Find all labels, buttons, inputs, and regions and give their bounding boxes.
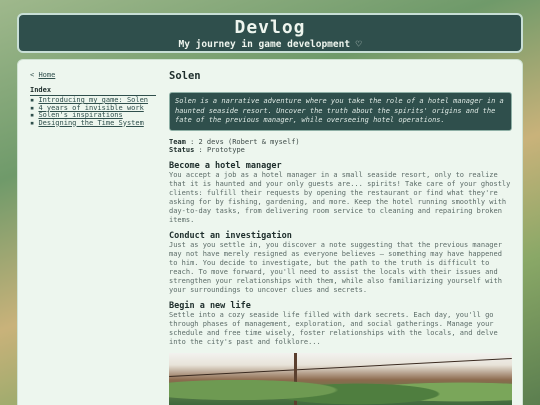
status-row: Status : Prototype (169, 146, 512, 155)
section-text-new-life: Settle into a cozy seaside life filled w… (169, 310, 498, 346)
team-row: Team : 2 devs (Robert & myself) (169, 138, 512, 147)
site-header: Devlog My journey in game development ♡ (17, 13, 523, 53)
bullet-icon: ▪ (30, 118, 35, 127)
index-title: Index (30, 86, 156, 96)
back-arrow-icon: < (30, 71, 35, 79)
section-title-hotel-manager: Become a hotel manager (169, 160, 282, 171)
heart-icon: ♡ (355, 39, 362, 50)
site-subtitle: My journey in game development ♡ (19, 39, 521, 50)
status-label: Status (169, 146, 195, 154)
post-meta: Team : 2 devs (Robert & myself) Status :… (169, 138, 512, 155)
site-title[interactable]: Devlog (19, 17, 521, 38)
team-value: : 2 devs (Robert & myself) (190, 137, 300, 146)
section-title-new-life: Begin a new life (169, 300, 251, 311)
status-value: : Prototype (198, 146, 245, 154)
index-item-label: Designing the Time System (38, 118, 144, 127)
index-item-time-system[interactable]: ▪ Designing the Time System (30, 118, 156, 128)
sidebar: < Home Index ▪ Introducing my game: Sole… (30, 71, 156, 127)
home-link-label: Home (38, 71, 56, 79)
section-text-investigation: Just as you settle in, you discover a no… (169, 240, 502, 294)
post-content: Solen Solen is a narrative adventure whe… (169, 70, 512, 405)
section-text-hotel-manager: You accept a job as a hotel manager in a… (169, 170, 511, 224)
index-list: ▪ Introducing my game: Solen ▪ 4 years o… (30, 96, 156, 128)
tree-canopy (169, 377, 512, 405)
power-line (169, 357, 512, 377)
home-link[interactable]: < Home (30, 71, 156, 79)
section-title-investigation: Conduct an investigation (169, 230, 292, 241)
post-summary: Solen is a narrative adventure where you… (169, 92, 512, 131)
page-container: < Home Index ▪ Introducing my game: Sole… (17, 59, 523, 405)
game-screenshot-image (169, 352, 512, 405)
post-title: Solen (169, 70, 201, 82)
team-label: Team (169, 137, 186, 146)
site-subtitle-text: My journey in game development (178, 39, 351, 50)
